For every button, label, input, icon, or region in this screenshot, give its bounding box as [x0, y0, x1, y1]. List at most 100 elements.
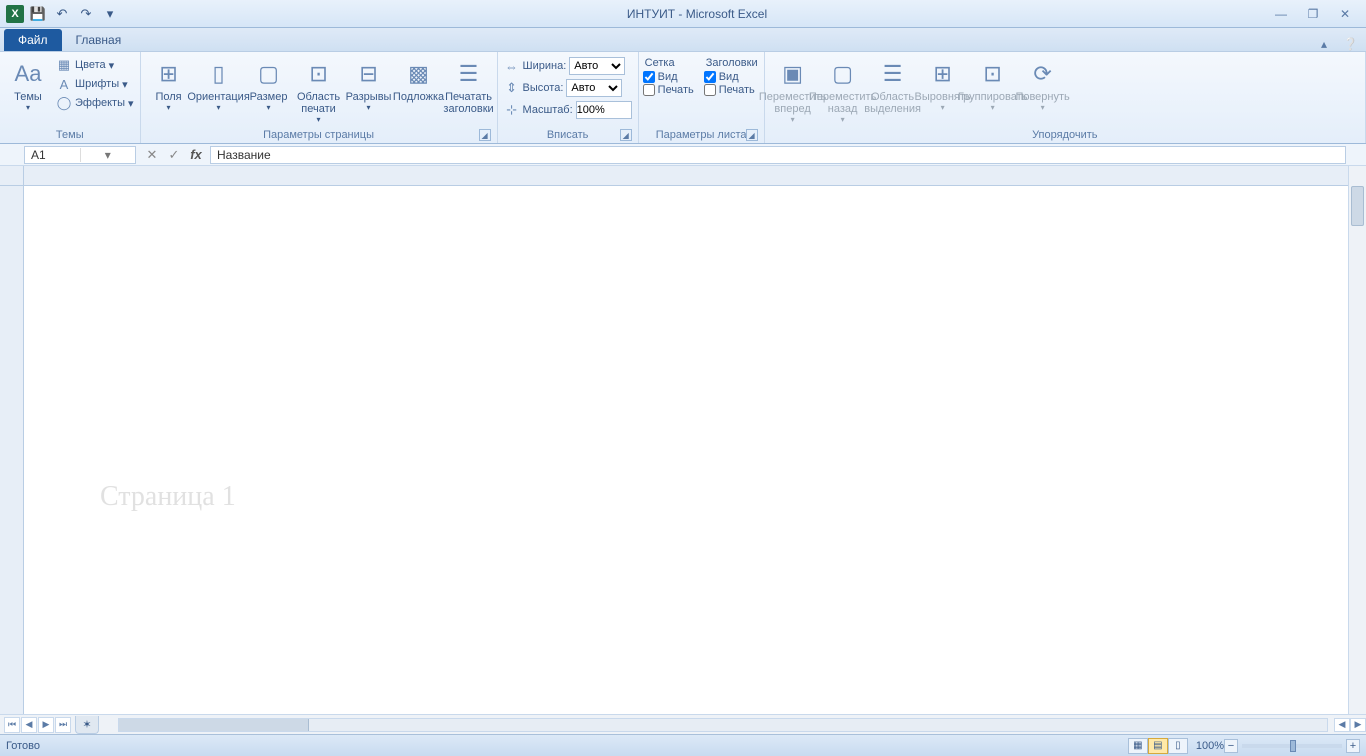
fx-icon[interactable]: fx — [186, 147, 206, 163]
pane-icon: ☰ — [877, 58, 909, 90]
formula-input[interactable]: Название — [210, 146, 1346, 164]
gridlines-label: Сетка — [643, 56, 694, 70]
ribbon-tab[interactable]: Главная — [64, 29, 134, 51]
height-icon: ⇕ — [504, 80, 520, 96]
rotate-icon: ⟳ — [1027, 58, 1059, 90]
ribbon-minimize-icon[interactable]: ▴ — [1313, 37, 1335, 51]
sheet-nav-first-icon[interactable]: ⏮ — [4, 717, 20, 733]
group-label: Упорядочить — [769, 128, 1361, 143]
spreadsheet-grid: Страница 1 — [0, 166, 1366, 714]
theme-fonts-button[interactable]: AШрифты ▾ — [54, 75, 136, 93]
scale-width-select[interactable]: Авто — [569, 57, 625, 75]
group-page-setup: ⊞Поля▾ ▯Ориентация▾ ▢Размер▾ ⊡Область пе… — [141, 52, 498, 143]
align-icon: ⊞ — [927, 58, 959, 90]
breaks-icon: ⊟ — [353, 58, 385, 90]
print-titles-button[interactable]: ☰Печатать заголовки — [445, 56, 493, 117]
zoom-out-button[interactable]: − — [1224, 739, 1238, 753]
dialog-launcher-icon[interactable]: ◢ — [479, 129, 491, 141]
group-label: Параметры страницы◢ — [145, 128, 493, 143]
backward-icon: ▢ — [827, 58, 859, 90]
zoom-in-button[interactable]: + — [1346, 739, 1360, 753]
group-icon: ⊡ — [977, 58, 1009, 90]
sheet-nav-last-icon[interactable]: ⏭ — [55, 717, 71, 733]
scale-icon: ⊹ — [504, 102, 520, 118]
formula-bar: A1▾ ✕ ✓ fx Название — [0, 144, 1366, 166]
breaks-button[interactable]: ⊟Разрывы▾ — [345, 56, 393, 115]
gridlines-view-check[interactable]: Вид — [643, 71, 694, 83]
sheet-nav-prev-icon[interactable]: ◀ — [21, 717, 37, 733]
themes-button[interactable]: AaТемы▾ — [4, 56, 52, 115]
cancel-formula-icon[interactable]: ✕ — [142, 147, 162, 163]
new-sheet-button[interactable]: ✶ — [75, 716, 99, 734]
qat-customize-icon[interactable]: ▾ — [100, 4, 120, 24]
headings-print-check[interactable]: Печать — [704, 84, 760, 96]
horizontal-scrollbar[interactable] — [118, 718, 1328, 732]
ribbon: AaТемы▾ ▦Цвета ▾ AШрифты ▾ ◯Эффекты ▾ Те… — [0, 52, 1366, 144]
fonts-icon: A — [56, 76, 72, 92]
sheet-tab-bar: ⏮ ◀ ▶ ⏭ ✶ ◀ ▶ — [0, 714, 1366, 734]
width-icon: ⇔ — [504, 58, 520, 74]
qat-save-icon[interactable]: 💾 — [28, 4, 48, 24]
group-label: Темы — [4, 128, 136, 143]
accept-formula-icon[interactable]: ✓ — [164, 147, 184, 163]
group-button[interactable]: ⊡Группировать▾ — [969, 56, 1017, 115]
zoom-slider[interactable] — [1242, 744, 1342, 748]
help-icon[interactable]: ❔ — [1335, 37, 1366, 51]
background-icon: ▩ — [403, 58, 435, 90]
column-headers — [24, 166, 1348, 186]
dialog-launcher-icon[interactable]: ◢ — [746, 129, 758, 141]
qat-redo-icon[interactable]: ↷ — [76, 4, 96, 24]
scroll-left-icon[interactable]: ◀ — [1334, 718, 1350, 732]
effects-icon: ◯ — [56, 95, 72, 111]
group-label: Вписать◢ — [502, 128, 634, 143]
group-themes: AaТемы▾ ▦Цвета ▾ AШрифты ▾ ◯Эффекты ▾ Те… — [0, 52, 141, 143]
ribbon-tabs: Файл Главная ▴ ❔ — [0, 28, 1366, 52]
file-tab[interactable]: Файл — [4, 29, 62, 51]
scale-input[interactable] — [576, 101, 632, 119]
rotate-button[interactable]: ⟳Повернуть▾ — [1019, 56, 1067, 115]
margins-button[interactable]: ⊞Поля▾ — [145, 56, 193, 115]
theme-effects-button[interactable]: ◯Эффекты ▾ — [54, 94, 136, 112]
status-text: Готово — [6, 740, 40, 752]
size-icon: ▢ — [253, 58, 285, 90]
print-area-button[interactable]: ⊡Область печати▾ — [295, 56, 343, 127]
zoom-level[interactable]: 100% — [1196, 740, 1224, 752]
sheet-nav-next-icon[interactable]: ▶ — [38, 717, 54, 733]
orientation-button[interactable]: ▯Ориентация▾ — [195, 56, 243, 115]
window-title: ИНТУИТ - Microsoft Excel — [126, 7, 1268, 21]
view-pagebreak-icon[interactable]: ▯ — [1168, 738, 1188, 754]
align-button[interactable]: ⊞Выровнять▾ — [919, 56, 967, 115]
orientation-icon: ▯ — [203, 58, 235, 90]
close-icon[interactable]: ✕ — [1332, 6, 1358, 22]
view-pagelayout-icon[interactable]: ▤ — [1148, 738, 1168, 754]
colors-icon: ▦ — [56, 57, 72, 73]
gridlines-print-check[interactable]: Печать — [643, 84, 694, 96]
theme-colors-button[interactable]: ▦Цвета ▾ — [54, 56, 136, 74]
group-sheet-options: Сетка Вид Печать Заголовки Вид Печать Па… — [639, 52, 765, 143]
vertical-scrollbar[interactable] — [1348, 166, 1366, 714]
select-all-corner[interactable] — [0, 166, 24, 186]
print-titles-icon: ☰ — [453, 58, 485, 90]
send-backward-button[interactable]: ▢Переместить назад▾ — [819, 56, 867, 127]
margins-icon: ⊞ — [153, 58, 185, 90]
background-button[interactable]: ▩Подложка — [395, 56, 443, 105]
scale-height-select[interactable]: Авто — [566, 79, 622, 97]
selection-pane-button[interactable]: ☰Область выделения — [869, 56, 917, 117]
print-area-icon: ⊡ — [303, 58, 335, 90]
status-bar: Готово ▦ ▤ ▯ 100% − + — [0, 734, 1366, 756]
maximize-icon[interactable]: ❐ — [1300, 6, 1326, 22]
headings-label: Заголовки — [704, 56, 760, 70]
group-label: Параметры листа◢ — [643, 128, 760, 143]
size-button[interactable]: ▢Размер▾ — [245, 56, 293, 115]
cells-area[interactable] — [24, 186, 1348, 714]
view-normal-icon[interactable]: ▦ — [1128, 738, 1148, 754]
dialog-launcher-icon[interactable]: ◢ — [620, 129, 632, 141]
name-box[interactable]: A1▾ — [24, 146, 136, 164]
headings-view-check[interactable]: Вид — [704, 71, 760, 83]
scroll-right-icon[interactable]: ▶ — [1350, 718, 1366, 732]
minimize-icon[interactable]: ― — [1268, 6, 1294, 22]
chevron-down-icon[interactable]: ▾ — [80, 148, 136, 162]
qat-undo-icon[interactable]: ↶ — [52, 4, 72, 24]
group-arrange: ▣Переместить вперед▾ ▢Переместить назад▾… — [765, 52, 1366, 143]
group-scale: ⇔Ширина: Авто ⇕Высота: Авто ⊹Масштаб: Вп… — [498, 52, 639, 143]
